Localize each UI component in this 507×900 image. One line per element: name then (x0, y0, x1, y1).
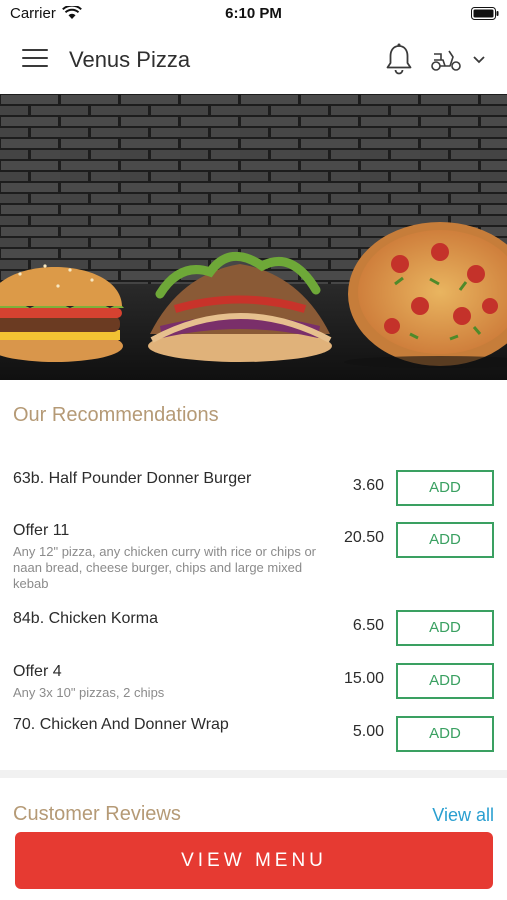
item-name: 70. Chicken And Donner Wrap (13, 716, 229, 733)
view-menu-button[interactable]: VIEW MENU (15, 832, 493, 889)
add-button[interactable]: ADD (396, 470, 494, 506)
app-header: Venus Pizza (0, 28, 507, 94)
scooter-icon[interactable] (430, 48, 462, 72)
section-divider (0, 770, 507, 778)
item-price: 5.00 (352, 723, 384, 740)
reviews-title: Customer Reviews (13, 803, 181, 825)
item-description: Any 12" pizza, any chicken curry with ri… (13, 544, 317, 591)
hero-banner (0, 94, 507, 380)
item-description: Any 3x 10" pizzas, 2 chips (13, 685, 165, 700)
item-name: Offer 4 (13, 663, 62, 680)
page-title: Venus Pizza (69, 47, 191, 72)
item-name: 84b. Chicken Korma (13, 610, 158, 627)
hero-food-image (0, 94, 507, 380)
add-button[interactable]: ADD (396, 716, 494, 752)
add-button[interactable]: ADD (396, 610, 494, 646)
view-all-link[interactable]: View all (432, 805, 494, 826)
item-price: 20.50 (343, 529, 384, 546)
battery-icon (471, 7, 499, 20)
status-bar: Carrier 6:10 PM (0, 0, 507, 28)
item-name: 63b. Half Pounder Donner Burger (13, 470, 252, 487)
item-name: Offer 11 (13, 522, 70, 539)
bell-icon[interactable] (385, 43, 413, 75)
chevron-down-icon[interactable] (472, 55, 486, 65)
add-button[interactable]: ADD (396, 663, 494, 699)
clock: 6:10 PM (225, 5, 282, 22)
recommendations-title: Our Recommendations (13, 404, 219, 426)
add-button[interactable]: ADD (396, 522, 494, 558)
item-price: 3.60 (352, 477, 384, 494)
item-price: 6.50 (352, 617, 384, 634)
item-price: 15.00 (343, 670, 384, 687)
menu-icon[interactable] (22, 49, 48, 71)
